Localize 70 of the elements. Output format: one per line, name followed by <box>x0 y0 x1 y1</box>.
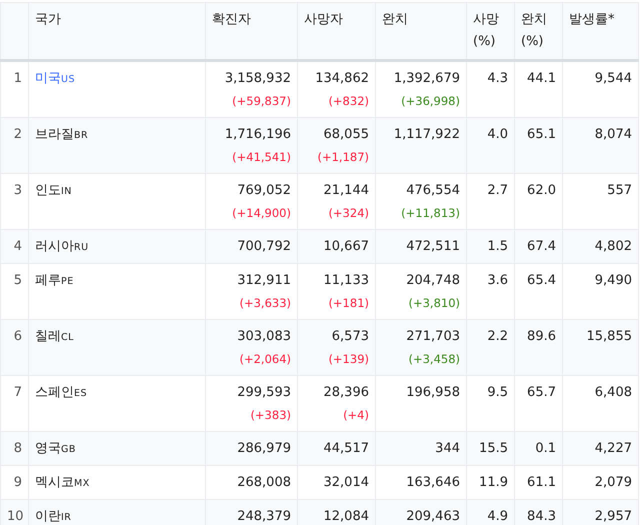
column-header: 발생률* <box>562 2 638 60</box>
number-text: 344 <box>434 440 460 458</box>
country-link[interactable]: 미국US <box>35 71 75 86</box>
rank-cell: 2 <box>0 118 28 174</box>
number-text: 68,055 <box>322 126 369 144</box>
rank-cell: 3 <box>0 174 28 230</box>
number-text: 204,748 <box>405 272 460 290</box>
column-header: 사망 (%) <box>466 2 514 60</box>
number-text: 700,792 <box>236 238 291 256</box>
country-name: 페루 PE <box>35 273 74 288</box>
change-text: (+383) <box>249 407 291 424</box>
change-text: (+11,813) <box>400 205 460 222</box>
country-name: 브라질 BR <box>35 127 88 142</box>
country-name: 스페인 ES <box>35 385 88 400</box>
change-text: (+3,458) <box>407 351 460 368</box>
number-text: 21,144 <box>322 182 369 200</box>
change-text: (+59,837) <box>231 93 291 110</box>
country-name: 멕시코 MX <box>35 475 90 490</box>
change-text: (+181) <box>327 295 369 312</box>
number-text: 32,014 <box>322 474 369 492</box>
change-text: (+1,187) <box>316 149 369 166</box>
column-header: 완치 (%) <box>514 2 562 60</box>
change-text: (+324) <box>327 205 369 222</box>
number-text: 11,133 <box>322 272 369 290</box>
change-text: (+3,810) <box>407 295 460 312</box>
number-text: 12,084 <box>322 508 369 525</box>
number-text: 44,517 <box>322 440 369 458</box>
change-text: (+2,064) <box>238 351 291 368</box>
change-text: (+41,541) <box>231 149 291 166</box>
column-header: 국가 <box>28 2 206 60</box>
change-text: (+139) <box>327 351 369 368</box>
column-header: 완치 <box>376 2 466 60</box>
number-text: 1,117,922 <box>392 126 460 144</box>
number-text: 472,511 <box>405 238 460 256</box>
number-text: 209,463 <box>405 508 460 525</box>
number-text: 1,716,196 <box>224 126 291 144</box>
rank-cell: 10 <box>0 500 28 525</box>
country-name: 러시아RU <box>35 239 89 254</box>
column-header: 사망자 <box>298 2 376 60</box>
country-name: 이란IR <box>35 509 72 524</box>
rank-cell: 6 <box>0 320 28 376</box>
country-name: 영국GB <box>35 441 76 456</box>
change-text: (+36,998) <box>400 93 460 110</box>
rank-cell: 7 <box>0 376 28 432</box>
number-text: 163,646 <box>405 474 460 492</box>
number-text: 303,083 <box>236 328 291 346</box>
number-text: 271,703 <box>405 328 460 346</box>
number-text: 1,392,679 <box>392 70 460 88</box>
rank-cell: 5 <box>0 264 28 320</box>
change-text: (+832) <box>327 93 369 110</box>
rank-cell: 1 <box>0 60 28 118</box>
column-header: 확진자 <box>206 2 298 60</box>
number-text: 196,958 <box>405 384 460 402</box>
number-text: 286,979 <box>236 440 291 458</box>
number-text: 299,593 <box>236 384 291 402</box>
country-name: 칠레 CL <box>35 329 74 344</box>
change-text: (+3,633) <box>238 295 291 312</box>
change-text: (+4) <box>342 407 369 424</box>
number-text: 28,396 <box>322 384 369 402</box>
number-text: 476,554 <box>405 182 460 200</box>
number-text: 3,158,932 <box>224 70 291 88</box>
country-name: 인도 IN <box>35 183 72 198</box>
number-text: 6,573 <box>330 328 369 346</box>
number-text: 134,862 <box>314 70 369 88</box>
number-text: 312,911 <box>236 272 291 290</box>
number-text: 268,008 <box>236 474 291 492</box>
number-text: 10,667 <box>322 238 369 256</box>
change-text: (+14,900) <box>231 205 291 222</box>
number-text: 248,379 <box>236 508 291 525</box>
number-text: 769,052 <box>236 182 291 200</box>
